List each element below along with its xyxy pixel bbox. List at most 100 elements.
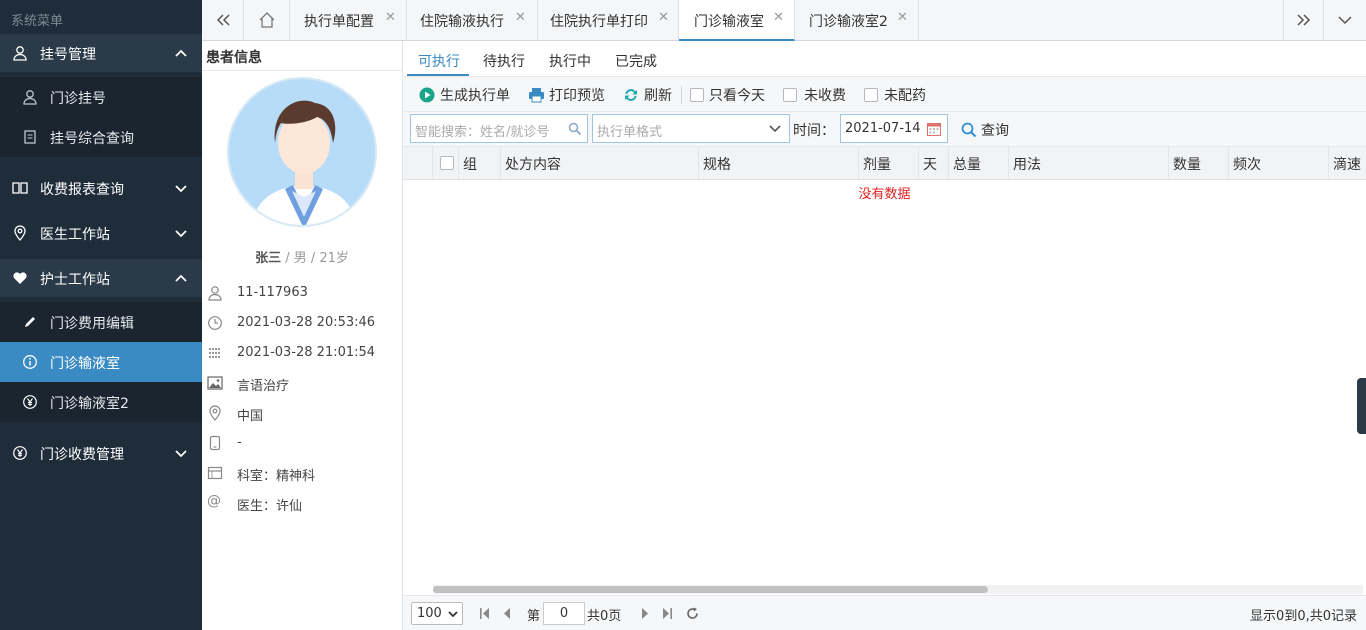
menu-group-doctor-station[interactable]: 医生工作站 xyxy=(0,214,202,252)
undispensed-label: 未配药 xyxy=(884,88,926,104)
close-icon[interactable]: ✕ xyxy=(658,10,669,25)
filter-bar: 智能搜索：姓名/就诊号 执行单格式 时间： 2021-07-14 查询 xyxy=(403,112,1366,147)
query-label: 查询 xyxy=(981,123,1009,139)
column-prescription[interactable]: 处方内容 xyxy=(501,147,699,180)
location-icon xyxy=(14,225,26,241)
scroll-left-button[interactable] xyxy=(202,0,244,40)
patient-phone-row: - xyxy=(202,432,402,456)
menu-item-fee-edit[interactable]: 门诊费用编辑 xyxy=(0,302,202,342)
horizontal-scrollbar[interactable] xyxy=(433,585,1363,594)
tab-infusion-room-2[interactable]: 门诊输液室2 ✕ xyxy=(795,0,919,40)
undispensed-checkbox[interactable]: 未配药 xyxy=(864,85,926,105)
patient-gender-age: / 男 / 21岁 xyxy=(281,251,349,266)
avatar xyxy=(227,77,377,227)
menu-group-label: 门诊收费管理 xyxy=(40,447,124,463)
tab-executable[interactable]: 可执行 xyxy=(418,51,460,71)
checkbox-box[interactable] xyxy=(783,88,797,102)
menu-item-label: 门诊费用编辑 xyxy=(50,316,134,332)
page-size-select[interactable]: 100 xyxy=(411,602,463,625)
tab-infusion-room[interactable]: 门诊输液室 ✕ xyxy=(679,0,795,41)
yen-icon xyxy=(13,446,27,460)
column-drip-rate[interactable]: 滴速 xyxy=(1329,147,1366,180)
patient-panel: 患者信息 张三 / 男 / 21岁 11-117963 2021-03-28 2… xyxy=(202,41,403,630)
search-input[interactable]: 智能搜索：姓名/就诊号 xyxy=(410,114,588,143)
tab-pending[interactable]: 待执行 xyxy=(483,51,525,71)
unpaid-checkbox[interactable]: 未收费 xyxy=(783,85,846,105)
page-number-input[interactable]: 0 xyxy=(543,602,585,625)
pencil-icon xyxy=(25,317,35,327)
column-days[interactable]: 天 xyxy=(919,147,949,180)
unpaid-label: 未收费 xyxy=(804,88,846,104)
column-label: 剂量 xyxy=(863,157,891,173)
query-button[interactable]: 查询 xyxy=(961,120,1009,140)
generate-button[interactable]: 生成执行单 xyxy=(419,85,510,105)
home-tab[interactable] xyxy=(244,0,290,40)
today-only-checkbox[interactable]: 只看今天 xyxy=(690,85,765,105)
page-size-value: 100 xyxy=(417,606,442,621)
menu-item-registration-query[interactable]: 挂号综合查询 xyxy=(0,117,202,157)
scrollbar-thumb[interactable] xyxy=(433,586,988,593)
checkbox-box[interactable] xyxy=(690,88,704,102)
column-spec[interactable]: 规格 xyxy=(699,147,859,180)
close-icon[interactable]: ✕ xyxy=(385,10,396,25)
patient-id-row: 11-117963 xyxy=(202,282,402,306)
reload-icon[interactable] xyxy=(686,607,699,620)
patient-name-line: 张三 / 男 / 21岁 xyxy=(202,247,402,266)
status-tabs: 可执行 待执行 执行中 已完成 xyxy=(403,41,1366,77)
menu-item-outpatient-registration[interactable]: 门诊挂号 xyxy=(0,77,202,117)
tab-inpatient-infusion[interactable]: 住院输液执行 ✕ xyxy=(407,0,538,40)
first-page-icon[interactable] xyxy=(480,608,490,619)
format-placeholder: 执行单格式 xyxy=(597,125,663,140)
total-pages: 共0页 xyxy=(587,609,622,624)
no-data-message: 没有数据 xyxy=(858,187,911,202)
active-tab-indicator xyxy=(407,74,469,76)
date-input[interactable]: 2021-07-14 xyxy=(840,114,948,143)
menu-item-infusion-room[interactable]: 门诊输液室 xyxy=(0,342,202,382)
column-group[interactable]: 组 xyxy=(459,147,501,180)
menu-group-label: 挂号管理 xyxy=(40,47,96,63)
tab-execution-config[interactable]: 执行单配置 ✕ xyxy=(290,0,407,40)
select-all-checkbox[interactable] xyxy=(440,156,454,170)
scroll-right-button[interactable] xyxy=(1283,0,1324,40)
refresh-button[interactable]: 刷新 xyxy=(623,85,672,105)
close-icon[interactable]: ✕ xyxy=(773,10,784,25)
calendar-icon[interactable] xyxy=(926,121,942,137)
patient-second-time-row: 2021-03-28 21:01:54 xyxy=(202,342,402,366)
checkbox-box[interactable] xyxy=(864,88,878,102)
menu-group-registration[interactable]: 挂号管理 xyxy=(0,34,202,72)
menu-group-outpatient-billing[interactable]: 门诊收费管理 xyxy=(0,434,202,472)
patient-panel-header: 患者信息 xyxy=(202,41,402,71)
date-value: 2021-07-14 xyxy=(845,121,921,136)
column-quantity[interactable]: 数量 xyxy=(1169,147,1229,180)
info-icon xyxy=(23,355,37,369)
format-select[interactable]: 执行单格式 xyxy=(592,114,790,143)
tab-bar: 执行单配置 ✕ 住院输液执行 ✕ 住院执行单打印 ✕ 门诊输液室 ✕ 门诊输液室… xyxy=(202,0,1366,41)
tab-menu-button[interactable] xyxy=(1324,0,1366,40)
today-only-label: 只看今天 xyxy=(709,88,765,104)
menu-group-nurse-station[interactable]: 护士工作站 xyxy=(0,259,202,297)
side-handle[interactable] xyxy=(1357,378,1366,434)
close-icon[interactable]: ✕ xyxy=(515,10,526,25)
tab-in-progress[interactable]: 执行中 xyxy=(549,51,591,71)
last-page-icon[interactable] xyxy=(662,608,672,619)
header-select-all[interactable] xyxy=(433,147,459,180)
column-frequency[interactable]: 频次 xyxy=(1229,147,1329,180)
column-dose[interactable]: 剂量 xyxy=(859,147,919,180)
print-preview-button[interactable]: 打印预览 xyxy=(528,85,605,105)
doctor: 医生：许仙 xyxy=(237,499,303,514)
double-chevron-right-icon xyxy=(1296,14,1310,26)
patient-visit-time-row: 2021-03-28 20:53:46 xyxy=(202,312,402,336)
image-icon xyxy=(207,376,223,390)
refresh-icon xyxy=(625,89,637,101)
tab-completed[interactable]: 已完成 xyxy=(615,51,657,71)
printer-icon xyxy=(529,88,544,103)
tab-label: 门诊输液室 xyxy=(694,14,764,30)
next-page-icon[interactable] xyxy=(641,608,649,619)
menu-item-infusion-room-2[interactable]: 门诊输液室2 xyxy=(0,382,202,422)
column-usage[interactable]: 用法 xyxy=(1009,147,1169,180)
prev-page-icon[interactable] xyxy=(503,608,511,619)
close-icon[interactable]: ✕ xyxy=(897,10,908,25)
tab-inpatient-print[interactable]: 住院执行单打印 ✕ xyxy=(538,0,679,40)
column-total[interactable]: 总量 xyxy=(949,147,1009,180)
menu-group-fee-reports[interactable]: 收费报表查询 xyxy=(0,169,202,207)
